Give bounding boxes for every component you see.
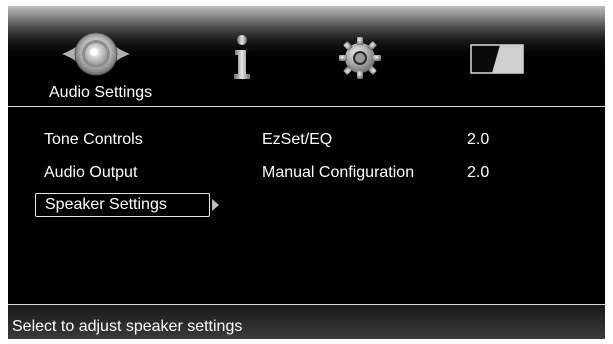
speaker-icon[interactable] [60,30,132,78]
tab-audio-settings-label: Audio Settings [49,84,153,101]
setting-value-ezset-eq: 2.0 [467,131,490,148]
info-icon[interactable] [230,34,254,80]
tv-menu-screen: Audio Settings Tone Controls Audio Outpu… [8,6,605,339]
display-aspect-icon[interactable] [470,44,524,74]
gear-icon[interactable] [338,36,382,80]
status-text: Select to adjust speaker settings [12,318,243,335]
setting-name-manual-configuration: Manual Configuration [262,164,415,181]
header-divider [8,106,605,107]
menu-item-tone-controls[interactable]: Tone Controls [44,131,143,149]
setting-name-ezset-eq: EzSet/EQ [262,131,333,148]
setting-value-manual-configuration: 2.0 [467,164,490,181]
menu-item-speaker-settings[interactable]: Speaker Settings [35,193,210,217]
menu-item-audio-output[interactable]: Audio Output [44,164,137,182]
submenu-arrow-icon [212,199,219,211]
